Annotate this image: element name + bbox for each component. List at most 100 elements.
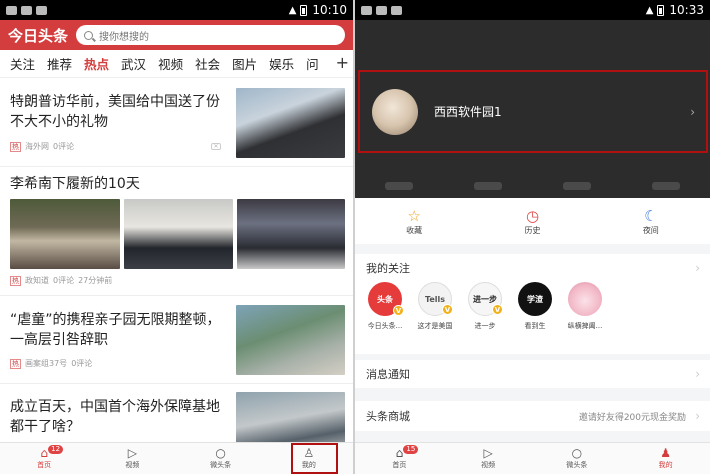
- hot-tag: 热: [10, 275, 21, 286]
- tab-micro-headlines[interactable]: ○ 微头条: [177, 443, 265, 474]
- follow-avatar: Tells V: [418, 282, 453, 316]
- tab-channel[interactable]: 社会: [195, 54, 220, 73]
- tab-channel-active[interactable]: 热点: [84, 54, 109, 73]
- highlight-box: [291, 443, 338, 474]
- follow-avatar: 学渣: [518, 282, 552, 316]
- stat-placeholder: [474, 182, 503, 190]
- search-icon: [84, 30, 94, 40]
- avatar-text: 头条: [377, 294, 393, 304]
- search-placeholder: 搜你想搜的: [99, 31, 150, 43]
- notification-icon: [391, 5, 402, 15]
- follow-item[interactable]: 纵横捭阖...: [565, 282, 605, 331]
- tab-label: 视频: [481, 461, 496, 469]
- tab-video[interactable]: ▷ 视频: [444, 443, 533, 474]
- follow-name: 纵横捭阖...: [567, 322, 603, 330]
- chat-icon: ○: [571, 446, 583, 460]
- app-header: 今日头条 搜你想搜的: [0, 20, 353, 50]
- bottom-tab-bar: ⌂ 首页 15 ▷ 视频 ○ 微头条 ♟ 我的: [355, 442, 710, 474]
- article-source: 画案组37号: [25, 359, 68, 368]
- tab-channel[interactable]: 推荐: [47, 54, 72, 73]
- hot-tag: 热: [10, 141, 21, 152]
- list-item[interactable]: 李希南下履新的10天 热 政知道 0评论 27分钟前: [0, 167, 353, 296]
- follow-item[interactable]: 进一步 V 进一步: [465, 282, 505, 331]
- search-input[interactable]: 搜你想搜的: [76, 25, 345, 45]
- chevron-right-icon: ›: [695, 261, 700, 275]
- notification-icon: [36, 5, 47, 15]
- wifi-icon: ▲: [645, 4, 654, 16]
- follow-item[interactable]: 头条 V 今日头条...: [365, 282, 405, 331]
- quick-label: 历史: [524, 225, 541, 235]
- follow-item[interactable]: Tells V 这才是美国: [415, 282, 455, 331]
- tab-home[interactable]: ⌂ 首页 12: [0, 443, 88, 474]
- tab-label: 我的: [658, 461, 673, 469]
- history-button[interactable]: ◷ 历史: [473, 198, 591, 244]
- play-icon: ▷: [483, 446, 493, 460]
- stat-placeholder: [651, 182, 680, 190]
- notification-icon: [376, 5, 387, 15]
- verified-icon: V: [393, 305, 404, 316]
- night-mode-button[interactable]: ☾ 夜间: [592, 198, 710, 244]
- article-title: 成立百天，中国首个海外保障基地都干了啥？: [10, 399, 220, 435]
- tab-home[interactable]: ⌂ 首页 15: [355, 443, 444, 474]
- play-icon: ▷: [127, 446, 137, 460]
- wifi-icon: ▲: [288, 4, 297, 16]
- article-source: 海外网: [25, 142, 49, 151]
- section-title: 头条商城: [366, 410, 410, 423]
- tab-channel[interactable]: 视频: [158, 54, 183, 73]
- article-comments: 0评论: [71, 359, 93, 368]
- follow-name: 进一步: [474, 322, 496, 330]
- section-title: 我的关注: [366, 262, 410, 275]
- battery-icon: [657, 4, 665, 16]
- add-channel-icon[interactable]: +: [331, 53, 349, 72]
- notifications-row[interactable]: 消息通知 ›: [355, 360, 710, 388]
- tab-channel[interactable]: 图片: [232, 54, 257, 73]
- article-meta: 热 政知道 0评论 27分钟前: [10, 275, 112, 286]
- hot-tag: 热: [10, 358, 21, 369]
- status-bar: ▲ 10:33: [355, 0, 710, 20]
- my-follows-header[interactable]: 我的关注 ›: [355, 254, 710, 282]
- tab-channel[interactable]: 关注: [10, 54, 35, 73]
- tab-mine[interactable]: ♟ 我的: [621, 443, 710, 474]
- tab-channel[interactable]: 武汉: [121, 54, 146, 73]
- moon-icon: ☾: [644, 206, 658, 225]
- notification-badge: 15: [403, 445, 419, 454]
- notification-icon: [361, 5, 372, 15]
- shop-hint: 邀请好友得200元现金奖励: [578, 412, 686, 423]
- news-feed: 特朗普访华前，美国给中国送了份不大不小的礼物 热 海外网 0评论 ✕ 李希南下履…: [0, 78, 353, 442]
- article-comments: 0评论: [53, 142, 75, 151]
- follow-name: 这才是美国: [417, 322, 453, 330]
- follow-list: 头条 V 今日头条... Tells V 这才是美国 进一步 V 进一步 学渣 …: [355, 282, 710, 331]
- notifications-header: 消息通知 ›: [355, 360, 710, 388]
- person-icon: ♟: [660, 446, 671, 460]
- tab-label: 微头条: [210, 461, 232, 469]
- my-follows-section: 我的关注 › 头条 V 今日头条... Tells V 这才是美国 进一步 V …: [355, 254, 710, 354]
- avatar-text: 进一步: [473, 294, 497, 304]
- article-thumbnail: [236, 305, 345, 375]
- section-title: 消息通知: [366, 368, 410, 381]
- article-title: 李希南下履新的10天: [10, 176, 140, 192]
- list-item[interactable]: “虐童”的携程亲子园无限期整顿，一高层引咎辞职 热 画案组37号 0评论: [0, 296, 353, 384]
- article-thumbnail: [236, 88, 345, 158]
- tab-channel[interactable]: 问: [306, 54, 319, 73]
- highlight-box: [358, 70, 708, 153]
- shop-row[interactable]: 头条商城 邀请好友得200元现金奖励 ›: [355, 401, 710, 431]
- article-thumbnail: [124, 199, 233, 269]
- notification-icon: [6, 5, 17, 15]
- favorites-button[interactable]: ☆ 收藏: [355, 198, 473, 244]
- tab-micro-headlines[interactable]: ○ 微头条: [533, 443, 622, 474]
- list-item[interactable]: 成立百天，中国首个海外保障基地都干了啥？: [0, 384, 353, 442]
- list-item[interactable]: 特朗普访华前，美国给中国送了份不大不小的礼物 热 海外网 0评论 ✕: [0, 78, 353, 167]
- right-screen: ▲ 10:33 西西软件园1 › ☆ 收藏 ◷ 历史 ☾ 夜间 我的关注 › 头…: [355, 0, 710, 474]
- stat-placeholder: [385, 182, 414, 190]
- avatar-text: 学渣: [527, 294, 543, 304]
- tab-channel[interactable]: 娱乐: [269, 54, 294, 73]
- quick-label: 夜间: [642, 225, 659, 235]
- follow-item[interactable]: 学渣 看到生: [515, 282, 555, 331]
- battery-icon: [300, 4, 308, 16]
- tab-label: 视频: [125, 461, 140, 469]
- article-meta: 热 画案组37号 0评论: [10, 358, 92, 369]
- shop-header: 头条商城 邀请好友得200元现金奖励 ›: [355, 401, 710, 431]
- close-icon[interactable]: ✕: [211, 143, 221, 150]
- tab-video[interactable]: ▷ 视频: [88, 443, 176, 474]
- status-time: 10:10: [312, 3, 347, 17]
